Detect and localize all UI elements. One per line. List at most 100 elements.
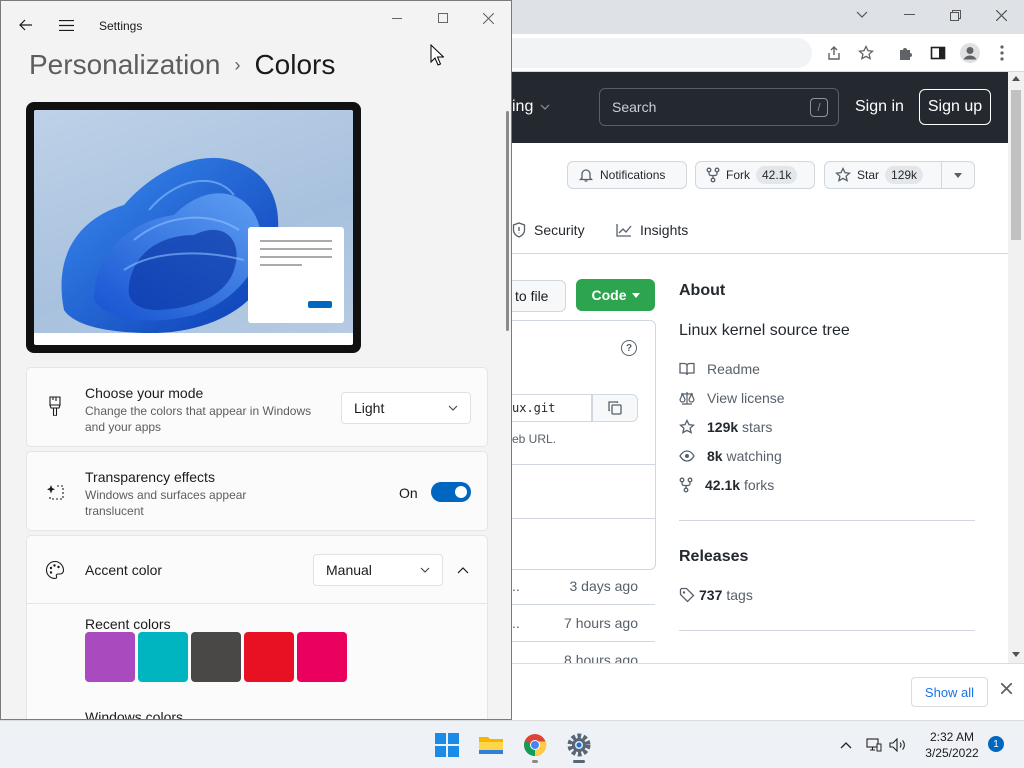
network-icon[interactable] bbox=[864, 735, 884, 755]
bookmark-star-icon[interactable] bbox=[854, 41, 878, 65]
code-button[interactable]: Code bbox=[576, 279, 655, 311]
page-scrollbar[interactable] bbox=[1008, 72, 1024, 663]
commit-time: 8 hours ago bbox=[564, 652, 638, 663]
license-link[interactable]: View license bbox=[679, 390, 785, 406]
breadcrumb-separator: › bbox=[234, 54, 241, 75]
sign-up-button[interactable]: Sign up bbox=[919, 89, 991, 125]
license-label: View license bbox=[707, 390, 785, 406]
sign-in-link[interactable]: Sign in bbox=[855, 98, 904, 116]
clone-panel: ? ux.git eb URL. bbox=[512, 320, 656, 570]
volume-icon[interactable] bbox=[888, 735, 908, 755]
tags-link[interactable]: 737 tags bbox=[679, 587, 753, 603]
collapse-chevron-up-icon[interactable] bbox=[451, 558, 475, 582]
show-all-button[interactable]: Show all bbox=[911, 677, 988, 707]
start-windows-icon[interactable] bbox=[431, 729, 463, 761]
maximize-icon[interactable] bbox=[432, 7, 454, 29]
commit-message: .. bbox=[512, 652, 520, 663]
card-divider bbox=[27, 603, 487, 604]
restore-icon[interactable] bbox=[932, 0, 978, 30]
running-indicator bbox=[532, 760, 538, 763]
settings-gear-icon[interactable] bbox=[563, 729, 595, 761]
fork-label: Fork bbox=[726, 168, 750, 182]
search-placeholder: Search bbox=[612, 99, 657, 115]
file-explorer-icon[interactable] bbox=[475, 729, 507, 761]
transparency-state-label: On bbox=[399, 485, 418, 501]
hamburger-menu-icon[interactable] bbox=[56, 15, 76, 35]
close-downloads-icon[interactable] bbox=[998, 680, 1014, 696]
recent-color-swatch[interactable] bbox=[244, 632, 294, 682]
star-button[interactable]: Star 129k bbox=[824, 161, 942, 189]
recent-color-swatch[interactable] bbox=[191, 632, 241, 682]
recent-color-swatch[interactable] bbox=[85, 632, 135, 682]
mouse-cursor-icon bbox=[430, 44, 444, 66]
side-panel-icon[interactable] bbox=[926, 41, 950, 65]
recent-color-swatch[interactable] bbox=[138, 632, 188, 682]
toggle-knob bbox=[455, 486, 467, 498]
watching-count: 8k bbox=[707, 448, 723, 464]
scroll-up-icon[interactable] bbox=[1012, 76, 1020, 81]
mode-dropdown[interactable]: Light bbox=[341, 392, 471, 424]
forks-link[interactable]: 42.1k forks bbox=[679, 477, 774, 493]
nav-partial-label[interactable]: ing bbox=[512, 98, 533, 116]
star-label: Star bbox=[857, 168, 880, 182]
breadcrumb-personalization[interactable]: Personalization bbox=[29, 49, 220, 81]
accent-color-card: Accent color Manual Recent colors Window… bbox=[26, 535, 488, 719]
readme-link[interactable]: Readme bbox=[679, 361, 760, 377]
clock[interactable]: 2:32 AM 3/25/2022 bbox=[921, 729, 983, 761]
notification-badge[interactable]: 1 bbox=[988, 736, 1004, 752]
clone-url-field[interactable]: ux.git bbox=[512, 394, 592, 422]
shield-icon bbox=[512, 222, 526, 238]
back-arrow-icon[interactable] bbox=[16, 15, 36, 35]
close-icon[interactable] bbox=[978, 0, 1024, 30]
repo-tabs: Security Insights bbox=[512, 212, 1008, 254]
commit-time: 7 hours ago bbox=[564, 615, 638, 631]
accent-dropdown-value: Manual bbox=[326, 562, 372, 578]
star-dropdown-button[interactable] bbox=[941, 161, 975, 189]
tab-search-icon[interactable] bbox=[839, 0, 885, 30]
fork-button[interactable]: Fork 42.1k bbox=[695, 161, 815, 189]
address-bar[interactable] bbox=[512, 38, 812, 68]
help-icon[interactable]: ? bbox=[621, 340, 637, 356]
web-url-hint: eb URL. bbox=[512, 432, 557, 446]
about-heading: About bbox=[679, 282, 726, 299]
scroll-down-icon[interactable] bbox=[1012, 652, 1020, 657]
github-search-input[interactable]: Search / bbox=[599, 88, 839, 126]
browser-menu-icon[interactable] bbox=[990, 41, 1014, 65]
tags-label: tags bbox=[726, 587, 753, 603]
extensions-icon[interactable] bbox=[894, 41, 918, 65]
show-hidden-icons-chevron-icon[interactable] bbox=[836, 735, 856, 755]
transparency-title: Transparency effects bbox=[85, 469, 215, 485]
stars-link[interactable]: 129k stars bbox=[679, 419, 772, 435]
minimize-icon[interactable] bbox=[386, 7, 408, 29]
tag-icon bbox=[679, 587, 695, 603]
commit-row[interactable]: .. 8 hours ago bbox=[512, 652, 652, 663]
share-icon[interactable] bbox=[822, 41, 846, 65]
bell-icon bbox=[578, 169, 594, 182]
tab-insights[interactable]: Insights bbox=[616, 222, 688, 238]
settings-scrollbar[interactable] bbox=[506, 111, 509, 331]
chrome-icon[interactable] bbox=[519, 729, 551, 761]
panel-divider bbox=[512, 464, 655, 465]
recent-color-swatch[interactable] bbox=[297, 632, 347, 682]
watchers-link[interactable]: 8k watching bbox=[679, 448, 782, 464]
profile-avatar-icon[interactable] bbox=[958, 41, 982, 65]
go-to-file-button[interactable]: to file bbox=[512, 280, 566, 312]
copy-button[interactable] bbox=[592, 394, 638, 422]
palette-icon bbox=[45, 560, 65, 580]
close-icon[interactable] bbox=[477, 7, 499, 29]
tab-security[interactable]: Security bbox=[512, 222, 585, 238]
minimize-icon[interactable] bbox=[886, 0, 932, 30]
accent-color-title: Accent color bbox=[85, 562, 163, 578]
transparency-toggle[interactable] bbox=[431, 482, 471, 502]
notifications-button[interactable]: Notifications bbox=[567, 161, 687, 189]
clock-date: 3/25/2022 bbox=[925, 746, 979, 760]
recent-colors-label: Recent colors bbox=[85, 616, 171, 632]
accent-color-dropdown[interactable]: Manual bbox=[313, 554, 443, 586]
tab-insights-label: Insights bbox=[640, 222, 689, 238]
scrollbar-thumb[interactable] bbox=[1011, 90, 1021, 240]
releases-heading[interactable]: Releases bbox=[679, 548, 748, 566]
mode-dropdown-value: Light bbox=[354, 400, 385, 416]
panel-divider bbox=[512, 518, 655, 519]
breadcrumb: Personalization › Colors bbox=[29, 49, 335, 81]
transparency-sparkle-icon bbox=[45, 482, 65, 502]
